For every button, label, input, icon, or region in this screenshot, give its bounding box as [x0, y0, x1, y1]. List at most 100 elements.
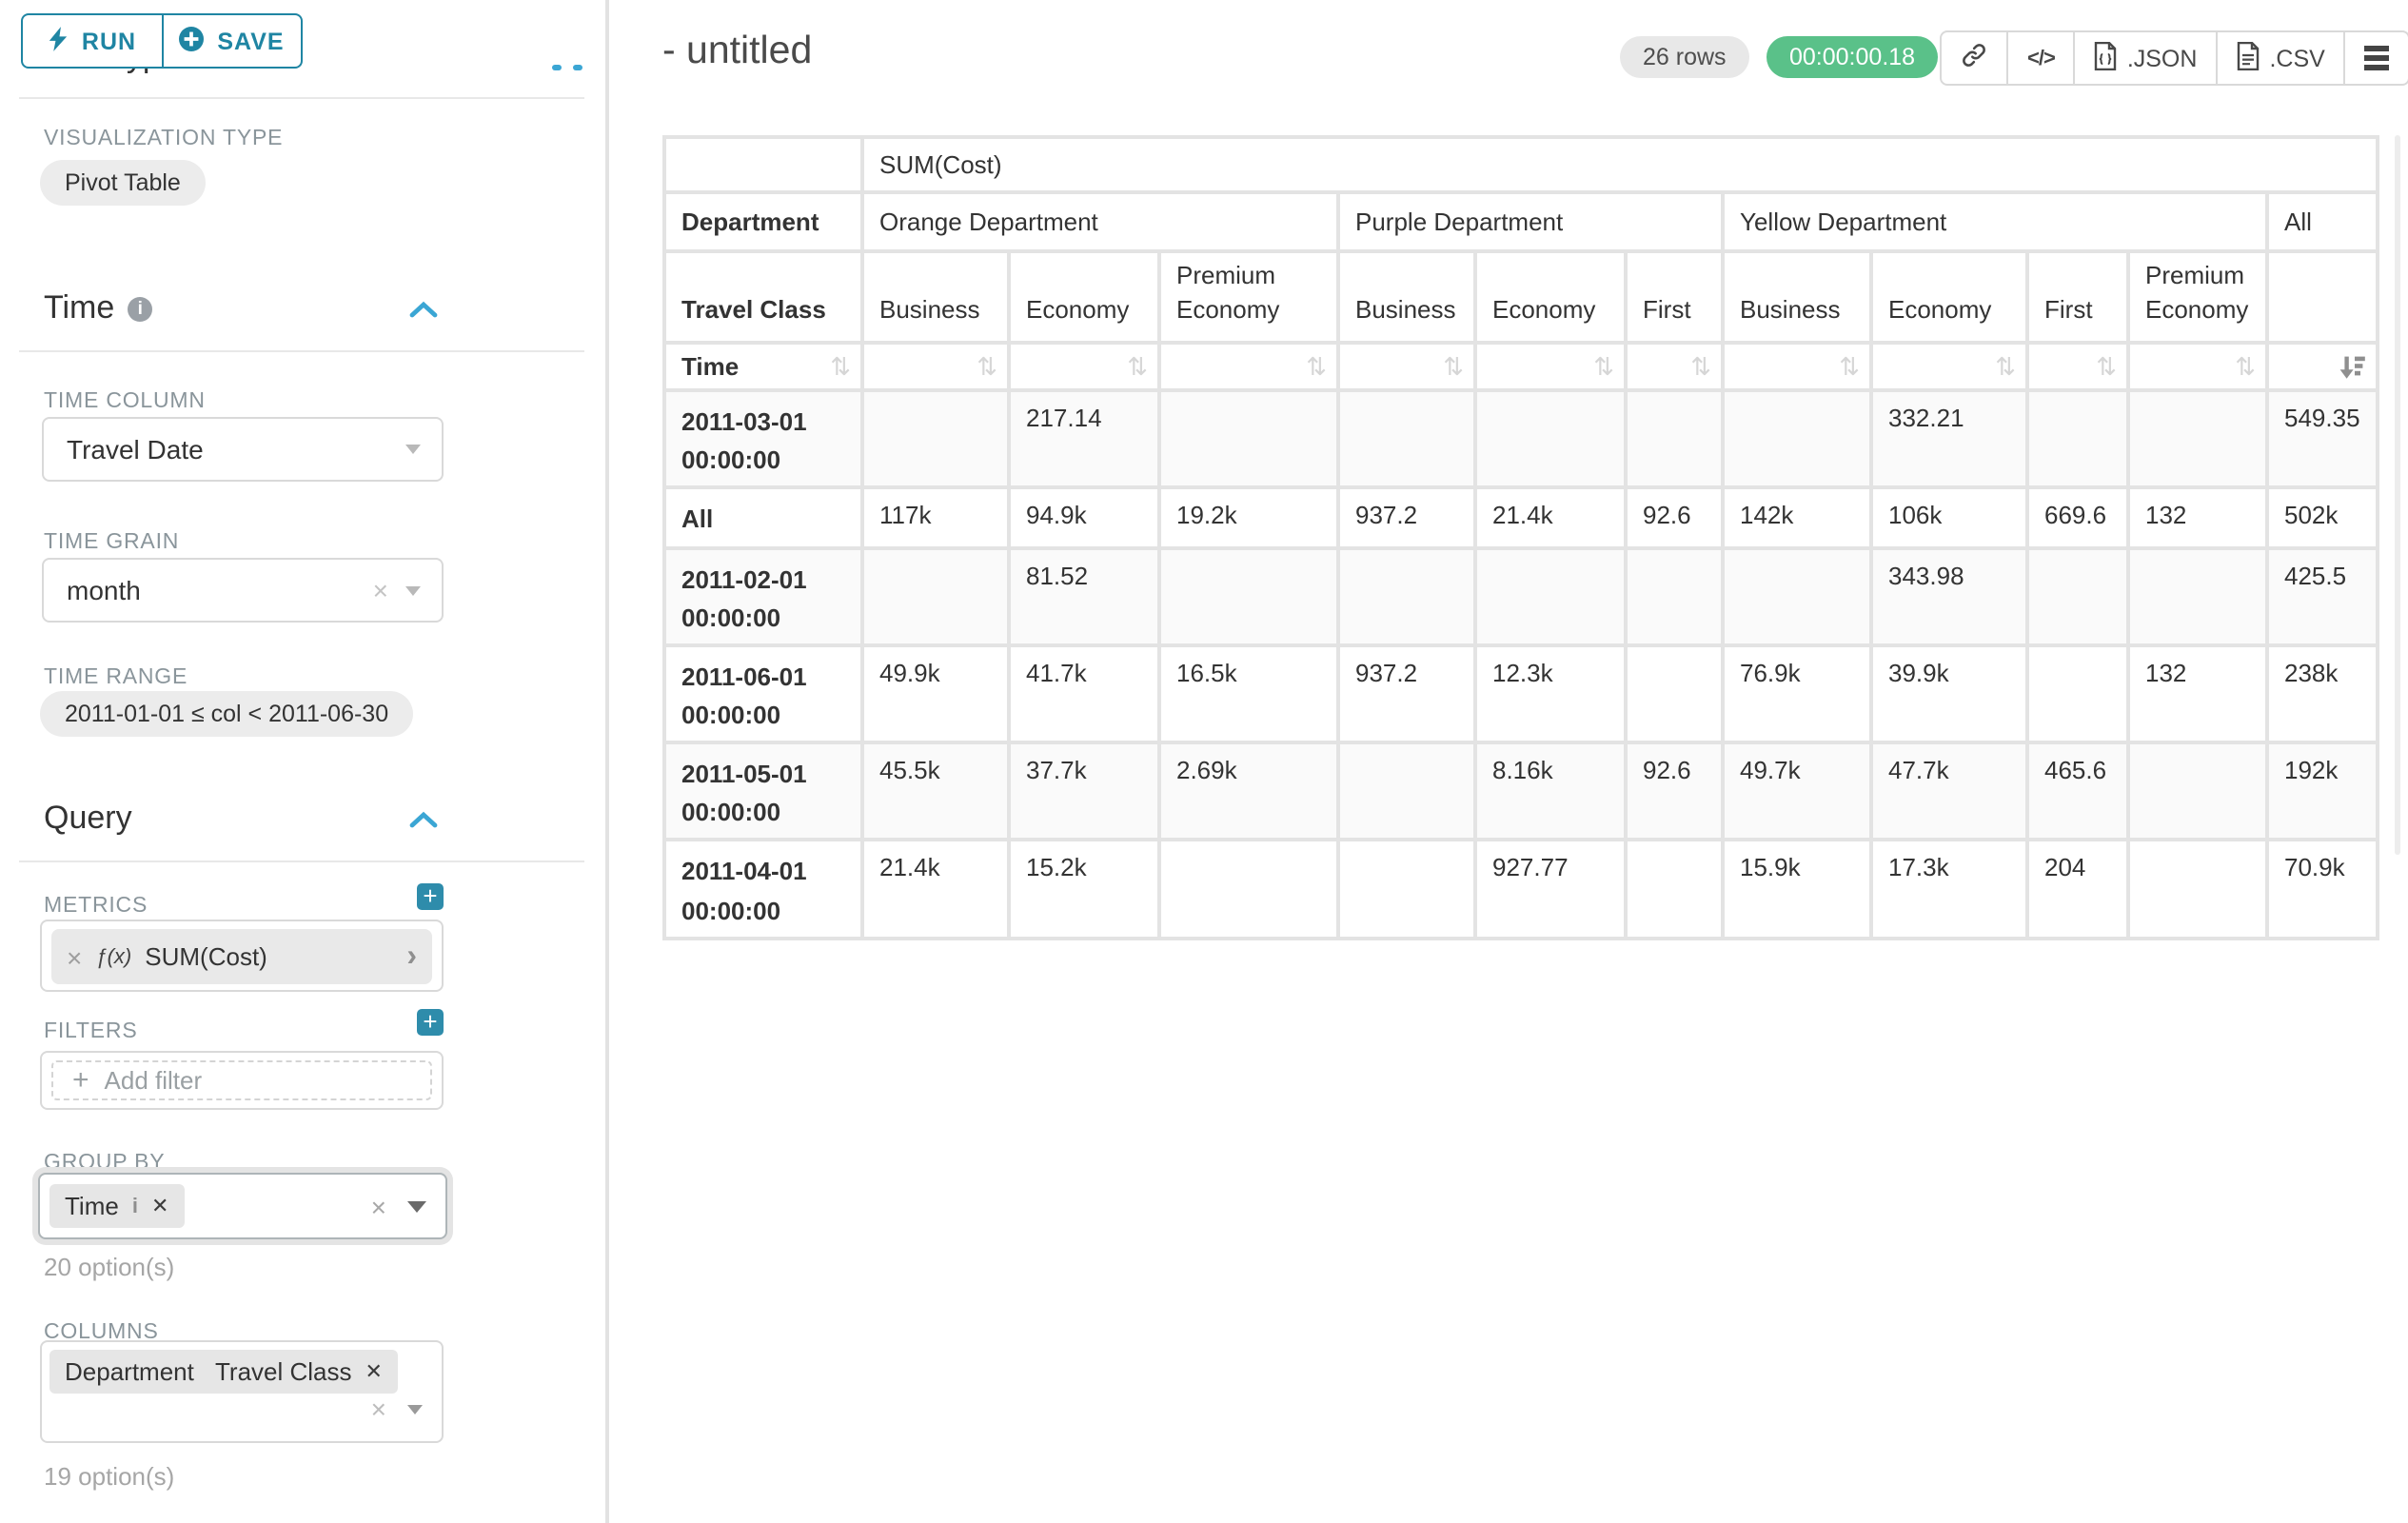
chevron-right-icon[interactable]: › [406, 941, 417, 972]
pivot-value-cell: 21.4k [1475, 488, 1626, 547]
column-sort-header[interactable]: ⇅ [1009, 343, 1159, 390]
sort-icon: ⇅ [1839, 351, 1860, 382]
pivot-value-cell [1626, 547, 1723, 645]
chevron-up-icon[interactable] [409, 301, 438, 318]
more-menu-button[interactable] [2344, 32, 2408, 84]
pivot-value-cell: 19.2k [1159, 488, 1338, 547]
group-by-select[interactable]: Time i ✕ × [38, 1173, 447, 1239]
table-row: 2011-02-01 00:00:0081.52343.98425.5 [664, 547, 2378, 645]
panel-resize-handle-dot[interactable] [552, 65, 562, 69]
pivot-value-cell: 2.69k [1159, 742, 1338, 841]
sort-icon: ⇅ [830, 351, 851, 382]
export-json-button[interactable]: .JSON [2074, 32, 2217, 84]
row-dimension-sort-header[interactable]: Time⇅ [664, 343, 862, 390]
run-button[interactable]: RUN [23, 15, 161, 67]
row-label-cell: 2011-06-01 00:00:00 [664, 645, 862, 743]
run-button-label: RUN [82, 28, 136, 54]
sort-icon: ⇅ [2096, 351, 2117, 382]
pivot-value-cell: 217.14 [1009, 390, 1159, 488]
chart-title[interactable]: - untitled [662, 29, 812, 74]
pivot-value-cell: 49.7k [1723, 742, 1871, 841]
export-csv-button[interactable]: .CSV [2216, 32, 2343, 84]
chevron-down-icon [407, 1200, 426, 1212]
column-sort-header[interactable]: ⇅ [1723, 343, 1871, 390]
sort-icon: ⇅ [1995, 351, 2016, 382]
add-metric-button[interactable]: + [417, 883, 444, 910]
travel-class-header: Economy [1871, 251, 2027, 343]
columns-option-count: 19 option(s) [44, 1462, 174, 1491]
metric-chip[interactable]: × ƒ(x) SUM(Cost) › [51, 929, 432, 984]
sort-icon: ⇅ [1443, 351, 1464, 382]
pivot-value-cell [1723, 547, 1871, 645]
column-sort-header[interactable] [2267, 343, 2378, 390]
chevron-down-icon [407, 1404, 423, 1414]
pivot-value-cell [2027, 645, 2128, 743]
add-filter-plus-button[interactable]: + [417, 1009, 444, 1036]
pivot-value-cell [862, 390, 1009, 488]
column-sort-header[interactable]: ⇅ [862, 343, 1009, 390]
pivot-value-cell: 76.9k [1723, 645, 1871, 743]
remove-tag-icon[interactable]: ✕ [151, 1194, 168, 1218]
panel-resize-handle-dot[interactable] [573, 65, 582, 69]
export-json-label: .JSON [2127, 45, 2198, 71]
sort-icon: ⇅ [977, 351, 997, 382]
metric-name: SUM(Cost) [145, 942, 393, 971]
bolt-icon [48, 26, 69, 56]
columns-tag-label: Department [65, 1357, 194, 1386]
clear-icon[interactable]: × [371, 1193, 386, 1219]
pivot-value-cell: 549.35 [2267, 390, 2378, 488]
clear-icon[interactable]: × [373, 577, 388, 603]
row-label-cell: 2011-02-01 00:00:00 [664, 547, 862, 645]
pivot-value-cell: 8.16k [1475, 742, 1626, 841]
pivot-value-cell [1626, 841, 1723, 939]
plus-circle-icon [179, 26, 204, 56]
pivot-value-cell [1475, 390, 1626, 488]
travel-class-header: First [2027, 251, 2128, 343]
time-column-select[interactable]: Travel Date [42, 417, 444, 482]
copy-link-button[interactable] [1942, 32, 2006, 84]
time-range-pill[interactable]: 2011-01-01 ≤ col < 2011-06-30 [40, 691, 413, 737]
pivot-value-cell [2128, 742, 2267, 841]
table-row: All117k94.9k19.2k937.221.4k92.6142k106k6… [664, 488, 2378, 547]
columns-select[interactable]: Department ✕ Travel Class ✕ × [40, 1340, 444, 1443]
column-sort-header[interactable]: ⇅ [1871, 343, 2027, 390]
plus-icon: + [72, 1064, 89, 1097]
pivot-value-cell: 192k [2267, 742, 2378, 841]
add-filter-button[interactable]: + Add filter [51, 1060, 432, 1100]
viz-type-pill[interactable]: Pivot Table [40, 160, 206, 206]
save-button[interactable]: SAVE [161, 15, 301, 67]
pivot-value-cell [1338, 547, 1475, 645]
pivot-value-cell: 15.2k [1009, 841, 1159, 939]
column-sort-header[interactable]: ⇅ [1159, 343, 1338, 390]
sort-icon: ⇅ [1593, 351, 1614, 382]
run-save-toolbar: RUN SAVE [0, 0, 605, 69]
embed-code-button[interactable]: </> [2006, 32, 2074, 84]
remove-tag-icon[interactable]: ✕ [365, 1359, 383, 1384]
pivot-value-cell: 70.9k [2267, 841, 2378, 939]
pivot-value-cell: 343.98 [1871, 547, 2027, 645]
pivot-value-cell: 425.5 [2267, 547, 2378, 645]
clear-icon[interactable]: × [371, 1395, 386, 1422]
time-range-label: TIME RANGE [44, 666, 188, 689]
pivot-value-cell: 41.7k [1009, 645, 1159, 743]
pivot-value-cell: 927.77 [1475, 841, 1626, 939]
chevron-up-icon[interactable] [409, 811, 438, 828]
department-group-header: All [2267, 192, 2378, 251]
scrollbar[interactable] [2395, 135, 2400, 855]
remove-metric-icon[interactable]: × [67, 943, 82, 970]
column-sort-header[interactable]: ⇅ [2128, 343, 2267, 390]
column-sort-header[interactable]: ⇅ [1475, 343, 1626, 390]
info-icon: i [132, 1195, 138, 1217]
query-timer-badge: 00:00:00.18 [1767, 36, 1938, 78]
run-save-button-group: RUN SAVE [21, 13, 303, 69]
column-sort-header[interactable]: ⇅ [1338, 343, 1475, 390]
column-sort-header[interactable]: ⇅ [2027, 343, 2128, 390]
file-json-icon [2095, 41, 2118, 75]
chart-actions-toolbar: </> .JSON .CSV [1940, 30, 2408, 86]
pivot-value-cell [1159, 390, 1338, 488]
control-panel: Chart Type RUN SAVE VISUALIZ [0, 0, 609, 1523]
pivot-value-cell: 49.9k [862, 645, 1009, 743]
column-sort-header[interactable]: ⇅ [1626, 343, 1723, 390]
pivot-value-cell [2027, 390, 2128, 488]
time-grain-select[interactable]: month × [42, 558, 444, 623]
